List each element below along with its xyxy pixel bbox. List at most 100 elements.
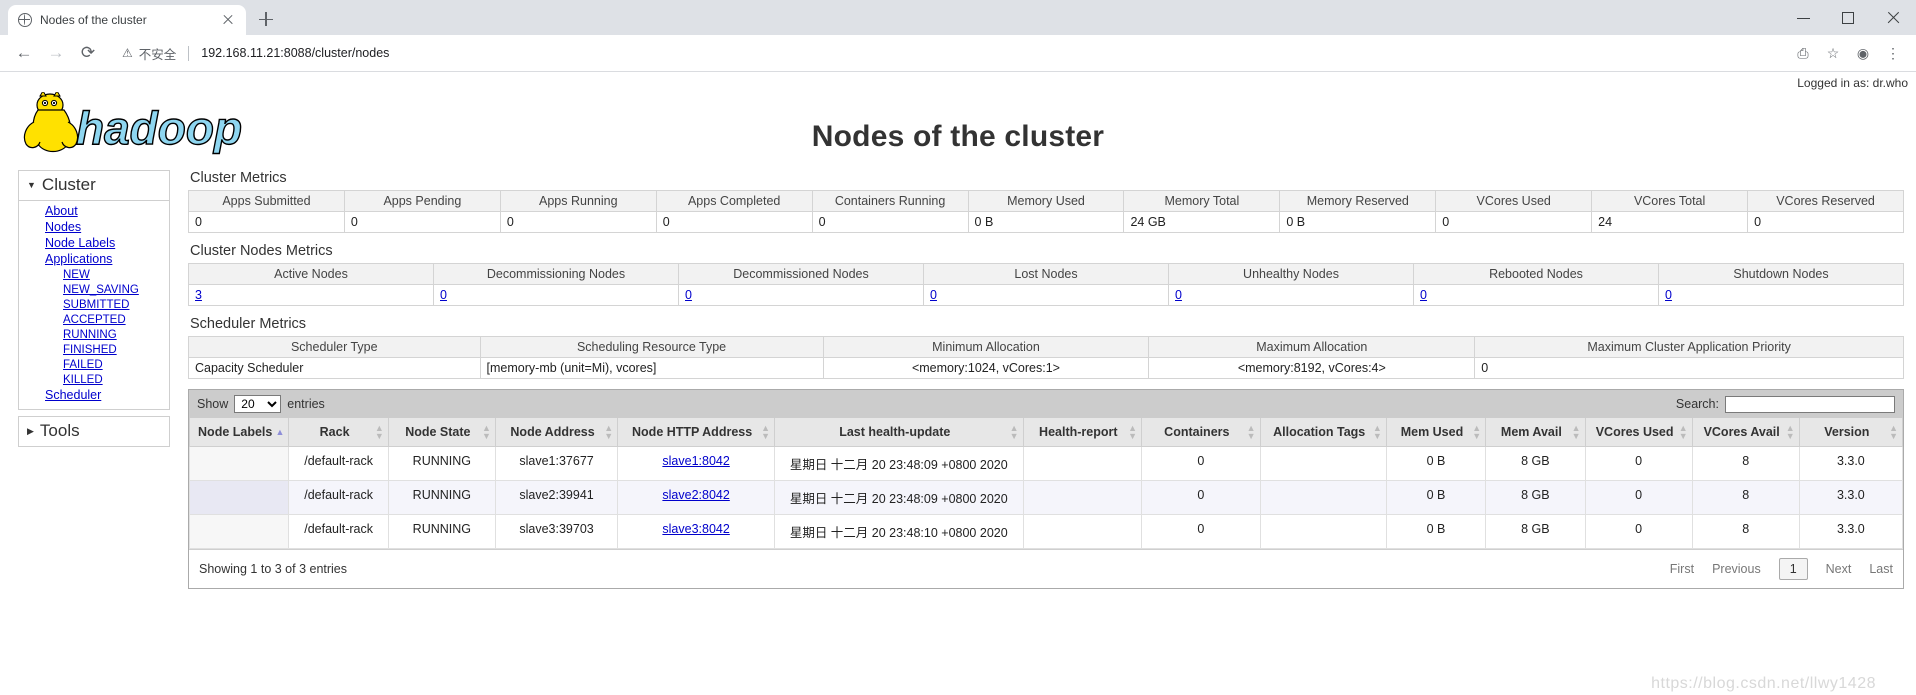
sidebar-item-nodes[interactable]: Nodes (19, 220, 169, 236)
hadoop-logo[interactable]: hadoop (18, 92, 258, 158)
cell-last-health-update: 星期日 十二月 20 23:48:09 +0800 2020 (773, 446, 1024, 481)
sidebar-item-node-labels[interactable]: Node Labels (19, 236, 169, 252)
cast-icon[interactable]: ⎙ (1790, 40, 1816, 66)
pagination-page-1[interactable]: 1 (1778, 558, 1808, 580)
column-header: VCores Total (1591, 190, 1749, 212)
column-header-mem-avail[interactable]: Mem Avail ▲ ▼ (1485, 418, 1586, 447)
column-header: Apps Completed (655, 190, 813, 212)
column-header-last-health-update[interactable]: Last health-update ▲ ▼ (773, 418, 1024, 447)
page-length-select[interactable]: 20 40 60 80 100 (234, 395, 282, 413)
cell-apps-pending: 0 (343, 211, 501, 233)
sidebar-item-about[interactable]: About (19, 204, 169, 220)
maximize-button[interactable] (1826, 0, 1871, 35)
sidebar-item-scheduler[interactable]: Scheduler (19, 388, 169, 404)
column-header-containers[interactable]: Containers ▲ ▼ (1141, 418, 1261, 447)
node-http-link[interactable]: slave2:8042 (662, 488, 729, 502)
address-bar[interactable]: ⚠ 不安全 192.168.11.21:8088/cluster/nodes (112, 40, 1786, 66)
cell-vcores-total: 24 (1591, 211, 1749, 233)
scheduler-metrics-table: Scheduler Type Scheduling Resource Type … (188, 336, 1904, 379)
new-tab-button[interactable] (252, 5, 280, 33)
sidebar-item-applications[interactable]: Applications (19, 252, 169, 268)
node-http-link[interactable]: slave3:8042 (662, 522, 729, 536)
cell-version: 3.3.0 (1798, 446, 1904, 481)
column-header-node-state[interactable]: Node State ▲ ▼ (387, 418, 496, 447)
sidebar-item-killed[interactable]: KILLED (19, 373, 169, 388)
table-row: /default-rack RUNNING slave1:37677 slave… (188, 446, 1904, 481)
sort-ascending-icon: ▲ (275, 427, 285, 437)
header-label: VCores Avail (1703, 425, 1780, 439)
cell-containers: 0 (1141, 480, 1261, 515)
sidebar-item-new[interactable]: NEW (19, 268, 169, 283)
cluster-nav-list: About Nodes Node Labels Applications NEW… (19, 201, 169, 409)
cell-node-http-address: slave2:8042 (617, 480, 775, 515)
header-label: Node Address (510, 425, 595, 439)
column-header-node-http-address[interactable]: Node HTTP Address ▲ ▼ (617, 418, 775, 447)
header-label: Rack (319, 425, 350, 439)
close-tab-icon[interactable] (220, 12, 236, 28)
cell-health-report (1022, 446, 1143, 481)
sidebar-item-failed[interactable]: FAILED (19, 358, 169, 373)
minimize-button[interactable] (1781, 0, 1826, 35)
column-header-vcores-avail[interactable]: VCores Avail ▲ ▼ (1691, 418, 1800, 447)
pagination-next[interactable]: Next (1826, 562, 1852, 576)
cell-minimum-allocation: <memory:1024, vCores:1> (822, 357, 1150, 379)
lost-nodes-link[interactable]: 0 (930, 288, 937, 302)
reload-icon[interactable]: ⟳ (74, 39, 102, 67)
cell-health-report (1022, 480, 1143, 515)
column-header-allocation-tags[interactable]: Allocation Tags ▲ ▼ (1259, 418, 1387, 447)
cell-lost-nodes: 0 (923, 284, 1169, 306)
browser-menu-icon[interactable]: ⋮ (1880, 40, 1906, 66)
sort-icon: ▲ ▼ (1889, 423, 1898, 441)
cell-shutdown-nodes: 0 (1658, 284, 1904, 306)
sidebar-cluster-header[interactable]: ▼ Cluster (19, 171, 169, 201)
table-row: 3 0 0 0 0 0 0 (188, 284, 1904, 306)
column-header-vcores-used[interactable]: VCores Used ▲ ▼ (1584, 418, 1693, 447)
cell-vcores-reserved: 0 (1747, 211, 1904, 233)
pagination-first[interactable]: First (1670, 562, 1694, 576)
close-window-button[interactable] (1871, 0, 1916, 35)
cell-node-state: RUNNING (387, 514, 496, 549)
sidebar-item-running[interactable]: RUNNING (19, 328, 169, 343)
sidebar-tools-header[interactable]: ▶ Tools (19, 417, 169, 446)
column-header: Lost Nodes (923, 263, 1169, 285)
security-status-label: 不安全 (138, 47, 177, 62)
cell-health-report (1022, 514, 1143, 549)
pagination-previous[interactable]: Previous (1712, 562, 1761, 576)
column-header: Maximum Allocation (1148, 336, 1476, 358)
header-label: Node HTTP Address (632, 425, 753, 439)
decommissioning-nodes-link[interactable]: 0 (440, 288, 447, 302)
back-icon[interactable]: ← (10, 39, 38, 67)
search-input[interactable] (1725, 395, 1895, 413)
active-nodes-link[interactable]: 3 (195, 288, 202, 302)
sidebar-item-accepted[interactable]: ACCEPTED (19, 313, 169, 328)
window-controls (1781, 0, 1916, 35)
cell-scheduling-resource-type: [memory-mb (unit=Mi), vcores] (479, 357, 824, 379)
rebooted-nodes-link[interactable]: 0 (1420, 288, 1427, 302)
sidebar-item-new-saving[interactable]: NEW_SAVING (19, 283, 169, 298)
column-header-node-address[interactable]: Node Address ▲ ▼ (494, 418, 619, 447)
column-header: Containers Running (811, 190, 969, 212)
column-header: Decommissioning Nodes (433, 263, 679, 285)
decommissioned-nodes-link[interactable]: 0 (685, 288, 692, 302)
column-header-version[interactable]: Version ▲ ▼ (1798, 418, 1904, 447)
cell-decommissioning-nodes: 0 (433, 284, 679, 306)
shutdown-nodes-link[interactable]: 0 (1665, 288, 1672, 302)
unhealthy-nodes-link[interactable]: 0 (1175, 288, 1182, 302)
profile-icon[interactable]: ◉ (1850, 40, 1876, 66)
column-header-health-report[interactable]: Health-report ▲ ▼ (1022, 418, 1143, 447)
sidebar-item-submitted[interactable]: SUBMITTED (19, 298, 169, 313)
column-header: VCores Used (1435, 190, 1593, 212)
pagination-last[interactable]: Last (1869, 562, 1893, 576)
cell-rack: /default-rack (288, 514, 389, 549)
column-header-mem-used[interactable]: Mem Used ▲ ▼ (1385, 418, 1487, 447)
browser-tab[interactable]: Nodes of the cluster (8, 5, 246, 35)
forward-icon[interactable]: → (42, 39, 70, 67)
node-http-link[interactable]: slave1:8042 (662, 454, 729, 468)
column-header-node-labels[interactable]: Node Labels ▲ (188, 418, 290, 447)
sort-icon: ▲ ▼ (481, 423, 491, 441)
header-label: Mem Used (1400, 425, 1464, 439)
column-header-rack[interactable]: Rack ▲ ▼ (288, 418, 389, 447)
column-header: Unhealthy Nodes (1168, 263, 1414, 285)
sidebar-item-finished[interactable]: FINISHED (19, 343, 169, 358)
bookmark-star-icon[interactable]: ☆ (1820, 40, 1846, 66)
